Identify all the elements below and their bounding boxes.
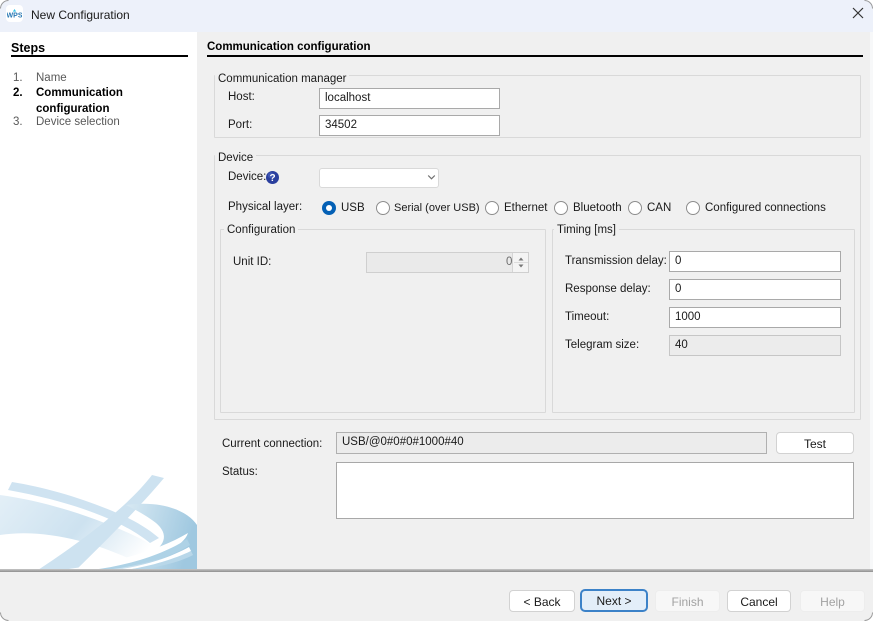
svg-text:?: ? [269, 173, 275, 184]
svg-text:WPS: WPS [7, 13, 22, 20]
